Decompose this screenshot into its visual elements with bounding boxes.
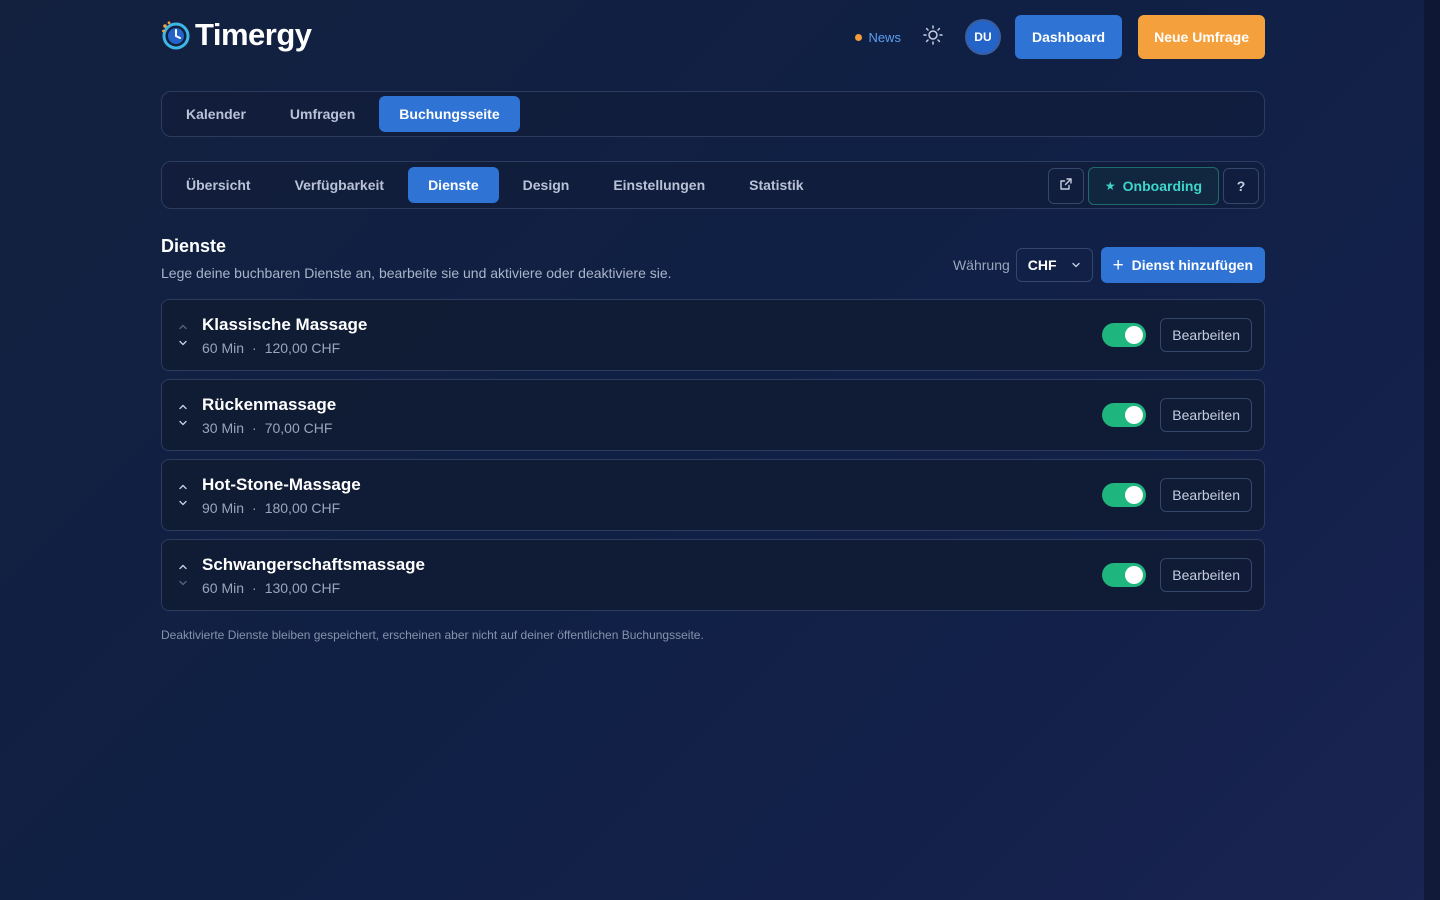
footnote: Deaktivierte Dienste bleiben gespeichert… <box>161 628 704 642</box>
move-up-icon[interactable] <box>176 560 190 574</box>
user-avatar[interactable]: DU <box>964 19 1001 55</box>
move-down-icon[interactable] <box>176 416 190 430</box>
page-container: Timergy News DU Dashboard Neue Umfrage K… <box>161 0 1265 642</box>
service-price: 70,00 CHF <box>264 420 333 436</box>
news-label: News <box>868 29 901 45</box>
service-active-toggle[interactable] <box>1102 563 1146 587</box>
chevron-down-icon <box>1071 257 1081 273</box>
section-subtitle: Lege deine buchbaren Dienste an, bearbei… <box>161 265 672 281</box>
logo[interactable]: Timergy <box>161 17 312 53</box>
service-duration: 60 Min <box>202 580 245 596</box>
edit-service-button[interactable]: Bearbeiten <box>1160 398 1252 432</box>
onboarding-button[interactable]: ★ Onboarding <box>1087 167 1219 205</box>
service-duration: 30 Min <box>202 420 245 436</box>
edit-service-button[interactable]: Bearbeiten <box>1160 318 1252 352</box>
new-survey-button[interactable]: Neue Umfrage <box>1138 15 1265 59</box>
service-row: Rückenmassage 30 Min · 70,00 CHF Bearbeite… <box>161 379 1265 451</box>
tab-statistik[interactable]: Statistik <box>729 167 823 203</box>
service-active-toggle[interactable] <box>1102 403 1146 427</box>
tab-dienste[interactable]: Dienste <box>408 167 499 203</box>
add-service-label: Dienst hinzufügen <box>1131 257 1253 273</box>
app-name: Timergy <box>195 17 312 52</box>
service-active-toggle[interactable] <box>1102 483 1146 507</box>
reorder-controls <box>176 400 190 432</box>
service-meta: 30 Min · 70,00 CHF <box>202 420 333 436</box>
sun-icon <box>923 24 943 50</box>
reorder-controls <box>176 560 190 592</box>
move-up-icon[interactable] <box>176 400 190 414</box>
scrollbar-track[interactable] <box>1424 0 1440 900</box>
open-external-button[interactable] <box>1047 168 1084 204</box>
onboarding-label: Onboarding <box>1122 178 1202 194</box>
dashboard-button[interactable]: Dashboard <box>1014 15 1123 59</box>
service-name: Hot-Stone-Massage <box>202 475 361 494</box>
header-actions: News DU Dashboard Neue Umfrage <box>855 15 1265 59</box>
edit-service-button[interactable]: Bearbeiten <box>1160 478 1252 512</box>
move-up-icon[interactable] <box>176 480 190 494</box>
move-down-icon[interactable] <box>176 496 190 510</box>
service-row: Schwangerschaftsmassage 60 Min · 130,00 CH… <box>161 539 1265 611</box>
service-price: 180,00 CHF <box>264 500 341 516</box>
move-down-icon[interactable] <box>176 576 190 590</box>
add-service-button[interactable]: + Dienst hinzufügen <box>1100 247 1265 283</box>
service-price: 130,00 CHF <box>264 580 341 596</box>
service-meta: 60 Min · 120,00 CHF <box>202 340 341 356</box>
currency-select[interactable]: CHF <box>1015 248 1093 282</box>
tab-buchungsseite[interactable]: Buchungsseite <box>379 96 520 132</box>
move-up-icon[interactable] <box>176 320 190 334</box>
service-row: Klassische Massage 60 Min · 120,00 CHF Bea… <box>161 299 1265 371</box>
reorder-controls <box>176 320 190 352</box>
section-actions: Währung CHF + Dienst hinzufügen <box>953 247 1265 283</box>
star-icon: ★ <box>1104 179 1116 193</box>
service-meta: 60 Min · 130,00 CHF <box>202 580 341 596</box>
main-tab-bar: Kalender Umfragen Buchungsseite <box>161 91 1265 137</box>
service-duration: 60 Min <box>202 340 245 356</box>
tab-einstellungen[interactable]: Einstellungen <box>593 167 725 203</box>
tab-kalender[interactable]: Kalender <box>166 96 266 132</box>
service-name: Klassische Massage <box>202 315 368 334</box>
service-name: Rückenmassage <box>202 395 337 414</box>
news-link[interactable]: News <box>855 30 901 45</box>
service-active-toggle[interactable] <box>1102 323 1146 347</box>
theme-toggle-button[interactable] <box>921 24 945 50</box>
reorder-controls <box>176 480 190 512</box>
service-price: 120,00 CHF <box>264 340 341 356</box>
move-down-icon[interactable] <box>176 336 190 350</box>
tab-uebersicht[interactable]: Übersicht <box>166 167 271 203</box>
plus-icon: + <box>1112 254 1124 276</box>
currency-value: CHF <box>1027 257 1057 273</box>
news-indicator-dot <box>855 33 863 41</box>
sub-tab-actions: ★ Onboarding ? <box>1047 167 1259 205</box>
tab-design[interactable]: Design <box>503 167 590 203</box>
external-link-icon <box>1059 177 1073 196</box>
help-button[interactable]: ? <box>1223 168 1259 204</box>
edit-service-button[interactable]: Bearbeiten <box>1160 558 1252 592</box>
sub-tab-bar: Übersicht Verfügbarkeit Dienste Design E… <box>161 161 1265 209</box>
service-name: Schwangerschaftsmassage <box>202 555 425 574</box>
tab-umfragen[interactable]: Umfragen <box>270 96 375 132</box>
section-title: Dienste <box>161 236 227 256</box>
tab-verfuegbarkeit[interactable]: Verfügbarkeit <box>275 167 404 203</box>
timer-logo-icon <box>161 20 191 50</box>
currency-label: Währung <box>952 257 1010 273</box>
service-row: Hot-Stone-Massage 90 Min · 180,00 CHF Bear… <box>161 459 1265 531</box>
service-duration: 90 Min <box>202 500 245 516</box>
service-meta: 90 Min · 180,00 CHF <box>202 500 341 516</box>
top-header: Timergy News DU Dashboard Neue Umfrage <box>161 0 1265 74</box>
